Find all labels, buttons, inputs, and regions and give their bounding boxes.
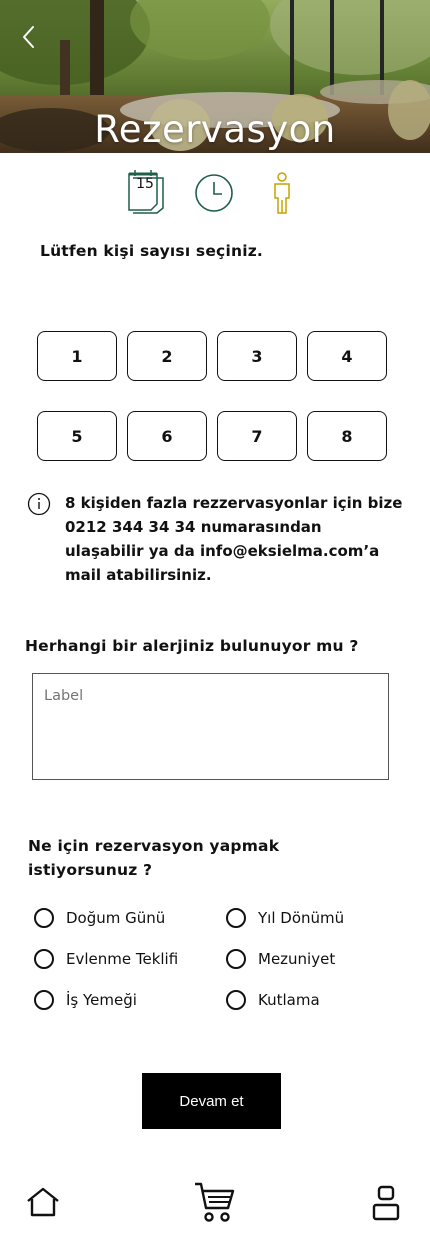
radio-circle[interactable] xyxy=(34,990,54,1010)
allergy-input[interactable] xyxy=(32,673,389,780)
people-option-8[interactable]: 8 xyxy=(307,411,387,461)
people-option-5[interactable]: 5 xyxy=(37,411,117,461)
clock-icon[interactable] xyxy=(194,173,234,213)
back-button[interactable] xyxy=(18,24,42,50)
info-icon xyxy=(27,492,51,516)
occasion-option-anniversary[interactable]: Yıl Dönümü xyxy=(226,908,344,928)
occasion-label: Kutlama xyxy=(258,991,320,1009)
page-title: Rezervasyon xyxy=(94,108,336,151)
occasion-option-proposal[interactable]: Evlenme Teklifi xyxy=(34,949,178,969)
radio-circle[interactable] xyxy=(226,908,246,928)
people-option-4[interactable]: 4 xyxy=(307,331,387,381)
home-icon[interactable] xyxy=(26,1187,60,1217)
radio-circle[interactable] xyxy=(34,949,54,969)
occasion-label: Mezuniyet xyxy=(258,950,336,968)
radio-circle[interactable] xyxy=(226,990,246,1010)
occasion-option-celebration[interactable]: Kutlama xyxy=(226,990,320,1010)
info-text: 8 kişiden fazla rezzervasyonlar için biz… xyxy=(65,494,403,584)
occasion-label: Doğum Günü xyxy=(66,909,166,927)
people-option-2[interactable]: 2 xyxy=(127,331,207,381)
cart-icon[interactable] xyxy=(194,1181,236,1223)
people-option-6[interactable]: 6 xyxy=(127,411,207,461)
reservation-steps: 15 xyxy=(0,170,430,216)
profile-icon[interactable] xyxy=(371,1185,401,1221)
people-option-7[interactable]: 7 xyxy=(217,411,297,461)
occasion-label: İş Yemeği xyxy=(66,991,137,1009)
occasion-label: Evlenme Teklifi xyxy=(66,950,179,968)
occasion-option-graduation[interactable]: Mezuniyet xyxy=(226,949,335,969)
people-question: Lütfen kişi sayısı seçiniz. xyxy=(40,242,264,260)
hero-banner: Rezervasyon xyxy=(0,0,430,153)
continue-button[interactable]: Devam et xyxy=(142,1073,281,1129)
people-option-3[interactable]: 3 xyxy=(217,331,297,381)
step-date[interactable]: 15 xyxy=(127,170,167,214)
occasion-question: Ne için rezervasyon yapmak istiyorsunuz … xyxy=(28,837,280,879)
people-option-1[interactable]: 1 xyxy=(37,331,117,381)
person-icon[interactable] xyxy=(272,172,292,214)
occasion-option-birthday[interactable]: Doğum Günü xyxy=(34,908,165,928)
date-day: 15 xyxy=(136,176,154,192)
allergy-question: Herhangi bir alerjiniz bulunuyor mu ? xyxy=(25,637,359,655)
occasion-option-business-meal[interactable]: İş Yemeği xyxy=(34,990,137,1010)
occasion-label: Yıl Dönümü xyxy=(258,909,345,927)
radio-circle[interactable] xyxy=(34,908,54,928)
radio-circle[interactable] xyxy=(226,949,246,969)
